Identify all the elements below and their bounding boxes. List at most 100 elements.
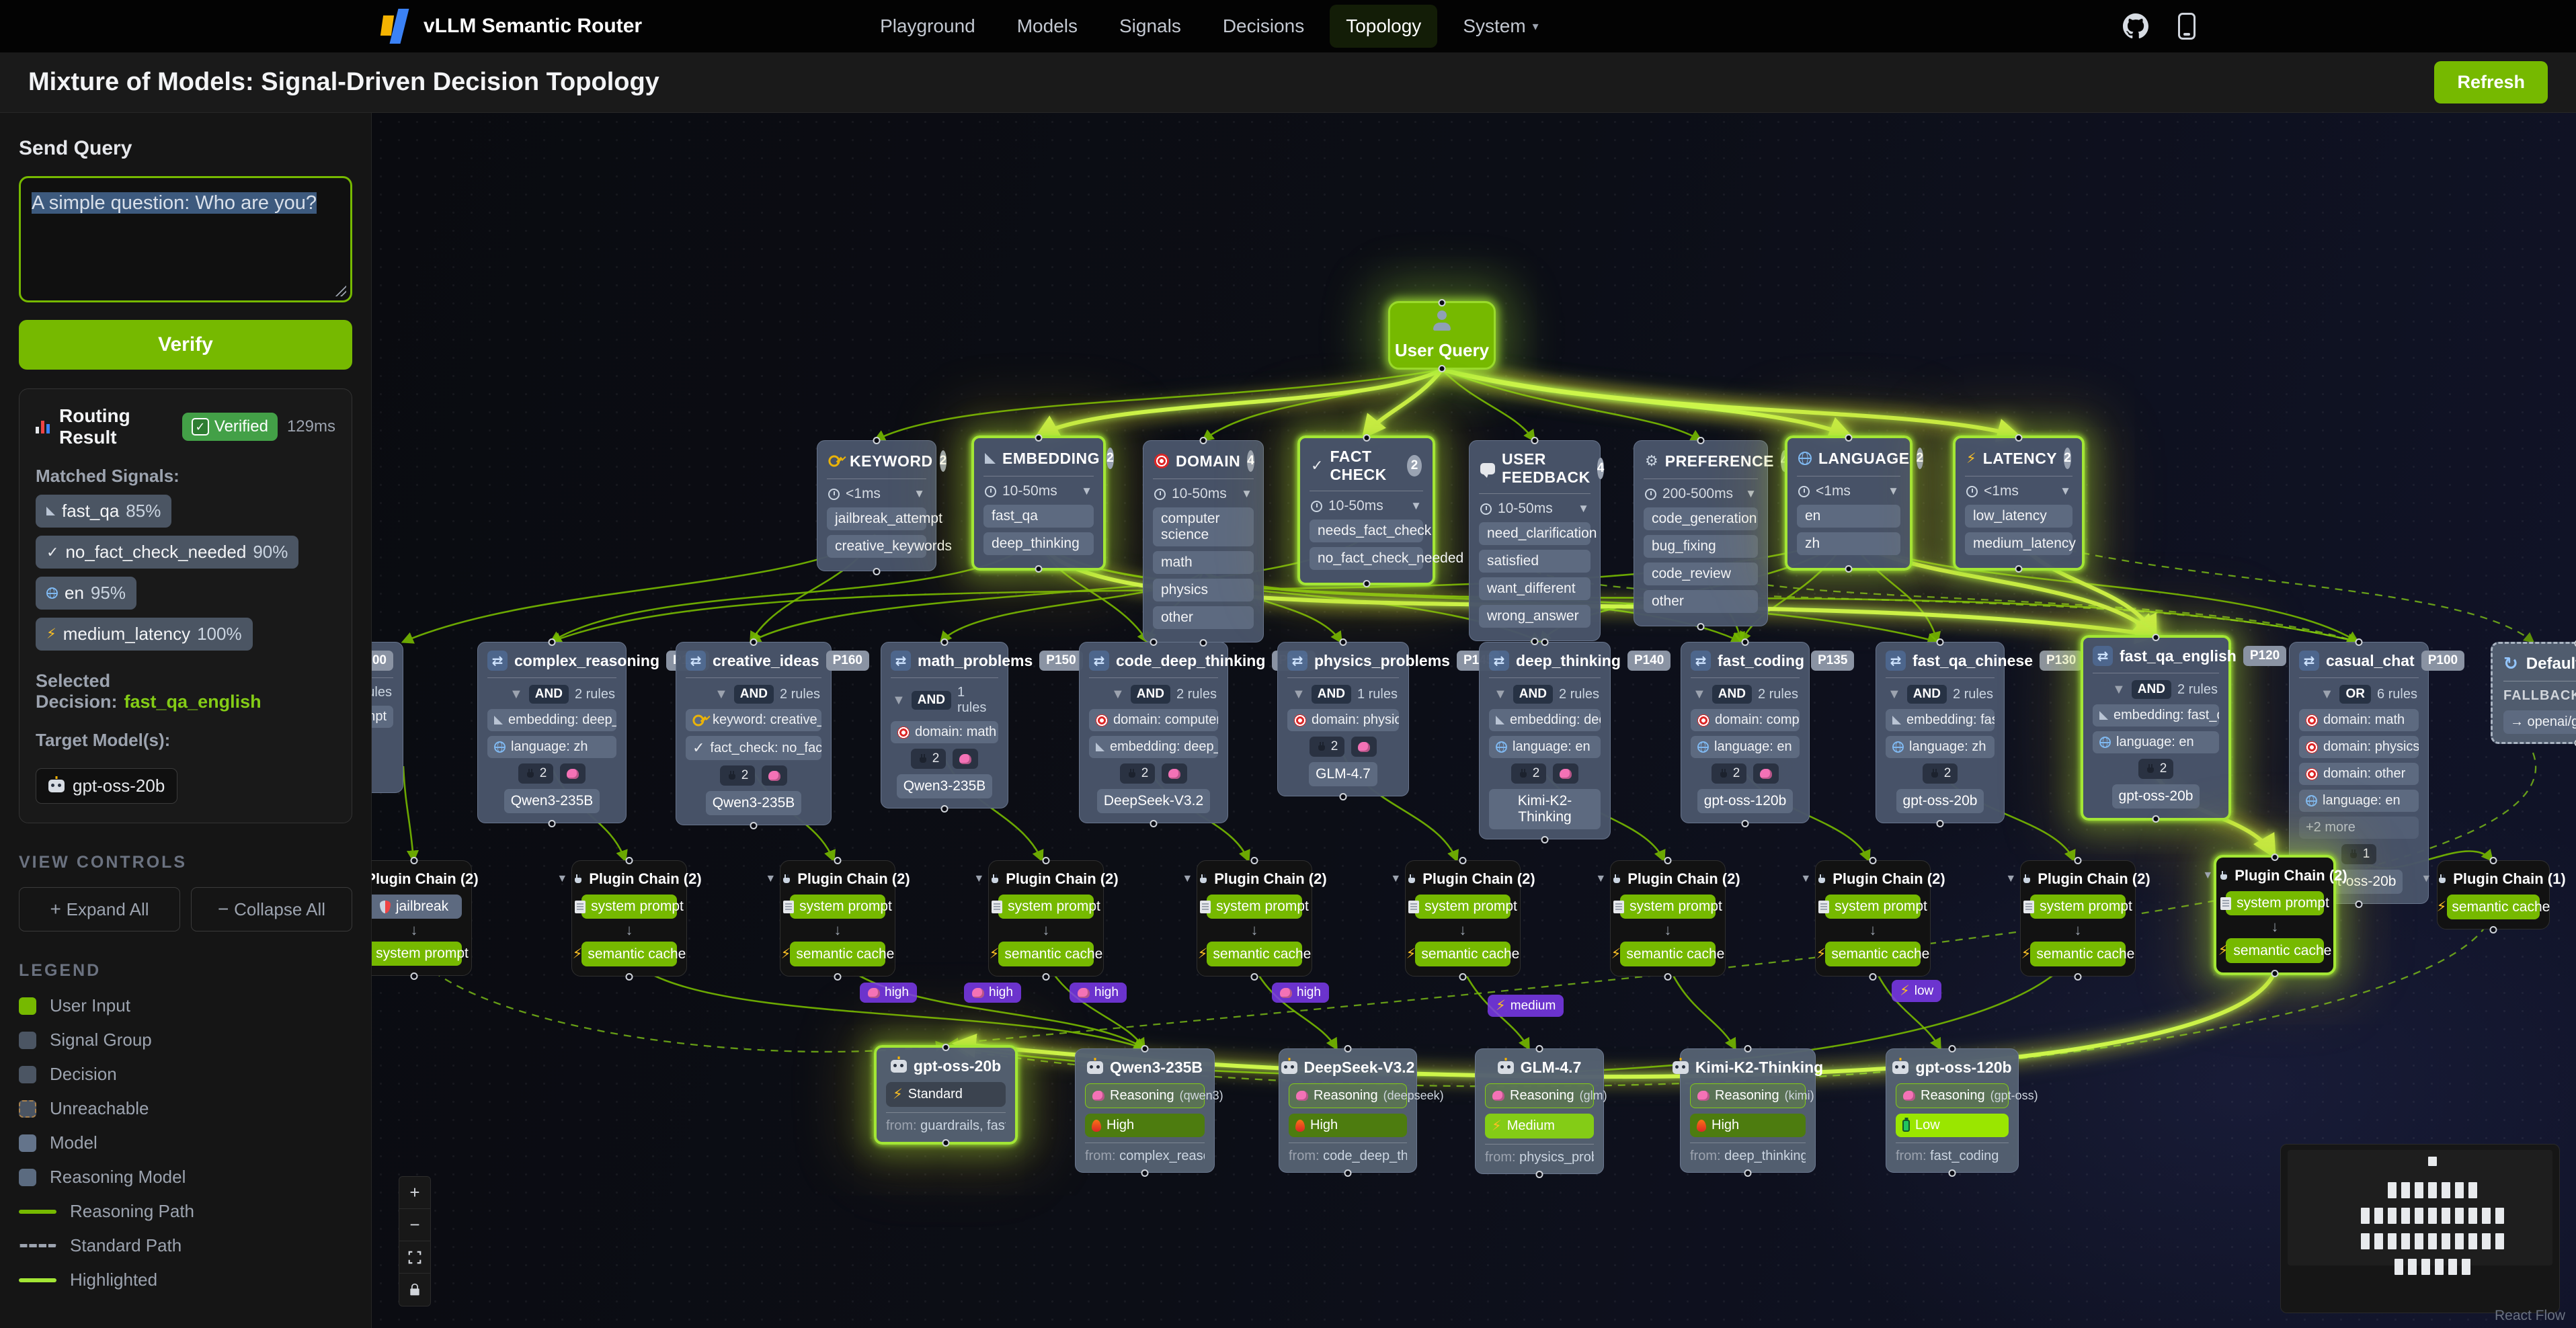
collapse-caret-icon[interactable]: ▼	[1494, 687, 1507, 702]
plugin-chain-1[interactable]: Plugin Chain (2)jailbreak↓system prompt	[372, 860, 472, 976]
graph-canvas[interactable]: + − React Flow User QueryKEYWORD2<1ms▼ja…	[372, 113, 2576, 1328]
handle-top[interactable]	[1869, 857, 1877, 864]
handle-bottom[interactable]	[1742, 820, 1749, 827]
signal-group-preference[interactable]: ⚙PREFERENCE4200-500ms▼code_generationbug…	[1634, 440, 1768, 626]
handle-top[interactable]	[1744, 1045, 1752, 1052]
decision-fast_qa_english[interactable]: ⇄fast_qa_englishP120▼AND2 rulesembedding…	[2081, 635, 2231, 821]
handle-top[interactable]	[1459, 857, 1467, 864]
model-Qwen3-235B[interactable]: Qwen3-235BReasoning(qwen3)Highfrom: comp…	[1075, 1048, 1215, 1173]
handle-top[interactable]	[1363, 434, 1370, 442]
decision-physics_problems[interactable]: ⇄physics_problemsP145▼AND1 rulesdomain: …	[1277, 642, 1409, 796]
signal-group-user_feedback[interactable]: USER FEEDBACK410-50ms▼need_clarification…	[1469, 440, 1601, 641]
model-GLM-4.7[interactable]: GLM-4.7Reasoning(glm)⚡Mediumfrom: physic…	[1475, 1048, 1604, 1174]
handle-top[interactable]	[1541, 638, 1549, 646]
handle-top[interactable]	[1344, 1045, 1352, 1052]
collapse-caret-icon[interactable]: ▼	[914, 487, 925, 501]
handle-top[interactable]	[1439, 299, 1446, 306]
handle-top[interactable]	[1697, 437, 1705, 444]
nav-item-decisions[interactable]: Decisions	[1207, 5, 1320, 48]
handle-top[interactable]	[549, 638, 556, 646]
collapse-caret-icon[interactable]: ▼	[1390, 873, 1401, 885]
signal-group-embedding[interactable]: EMBEDDING210-50ms▼fast_qadeep_thinking	[971, 435, 1106, 571]
handle-top[interactable]	[1141, 1045, 1149, 1052]
handle-bottom[interactable]	[1150, 820, 1158, 827]
collapse-caret-icon[interactable]: ▼	[510, 687, 523, 702]
collapse-caret-icon[interactable]: ▼	[1182, 873, 1193, 885]
signal-group-latency[interactable]: ⚡LATENCY2<1ms▼low_latencymedium_latency	[1953, 435, 2085, 571]
nav-item-topology[interactable]: Topology	[1330, 5, 1437, 48]
collapse-caret-icon[interactable]: ▼	[1745, 487, 1757, 501]
signal-group-language[interactable]: LANGUAGE2<1ms▼enzh	[1785, 435, 1913, 571]
handle-top[interactable]	[2271, 854, 2279, 861]
fit-view-button[interactable]	[399, 1241, 430, 1274]
handle-top[interactable]	[750, 638, 758, 646]
collapse-caret-icon[interactable]: ▼	[2112, 682, 2126, 698]
model-Kimi-K2-Thinking[interactable]: Kimi-K2-ThinkingReasoning(kimi)Highfrom:…	[1680, 1048, 1816, 1173]
signal-group-keyword[interactable]: KEYWORD2<1ms▼jailbreak_attemptcreative_k…	[817, 440, 936, 571]
collapse-caret-icon[interactable]: ▼	[1888, 485, 1899, 498]
collapse-caret-icon[interactable]: ▼	[2421, 873, 2431, 885]
handle-bottom[interactable]	[2490, 926, 2497, 933]
model-gpt-oss-20b[interactable]: gpt-oss-20b⚡Standardfrom: guardrails, fa…	[874, 1045, 1018, 1145]
handle-top[interactable]	[941, 638, 949, 646]
handle-bottom[interactable]	[750, 822, 758, 829]
user-query-node[interactable]: User Query	[1388, 301, 1496, 370]
default-route-node[interactable]: ↻Default RouteFALLBACK→ openai/gpt-oss-.…	[2491, 642, 2576, 744]
handle-bottom[interactable]	[2152, 815, 2160, 823]
collapse-caret-icon[interactable]: ▼	[715, 687, 728, 702]
model-gpt-oss-120b[interactable]: gpt-oss-120bReasoning(gpt-oss)Lowfrom: f…	[1886, 1048, 2019, 1173]
handle-top[interactable]	[1150, 638, 1158, 646]
handle-top[interactable]	[626, 857, 633, 864]
expand-all-button[interactable]: + Expand All	[19, 887, 180, 931]
minimap[interactable]	[2280, 1144, 2560, 1313]
handle-bottom[interactable]	[1664, 973, 1672, 981]
handle-bottom[interactable]	[1531, 638, 1539, 645]
signal-group-domain[interactable]: DOMAIN410-50ms▼computer sciencemathphysi…	[1143, 440, 1264, 642]
resize-grip-icon[interactable]	[334, 284, 346, 296]
handle-bottom[interactable]	[1937, 820, 1944, 827]
handle-bottom[interactable]	[1344, 1169, 1352, 1177]
collapse-caret-icon[interactable]: ▼	[1693, 687, 1706, 702]
handle-bottom[interactable]	[942, 1139, 950, 1147]
collapse-caret-icon[interactable]: ▼	[1111, 687, 1125, 702]
handle-top[interactable]	[1536, 1045, 1543, 1052]
handle-bottom[interactable]	[2271, 970, 2279, 977]
plugin-chain-11[interactable]: ▼Plugin Chain (1)⚡semantic cache	[2437, 860, 2550, 929]
collapse-caret-icon[interactable]: ▼	[2321, 687, 2334, 702]
decision-clipped[interactable]: P2001 rulesmpt	[372, 642, 403, 793]
handle-bottom[interactable]	[1141, 1169, 1149, 1177]
handle-top[interactable]	[1937, 638, 1944, 646]
handle-bottom[interactable]	[1949, 1169, 1956, 1177]
plugin-chain-7[interactable]: ▼Plugin Chain (2)system prompt↓⚡semantic…	[1610, 860, 1726, 977]
handle-bottom[interactable]	[1340, 793, 1347, 800]
handle-bottom[interactable]	[1541, 836, 1549, 843]
handle-top[interactable]	[873, 437, 881, 444]
handle-top[interactable]	[1531, 437, 1539, 444]
plugin-chain-6[interactable]: ▼Plugin Chain (2)system prompt↓⚡semantic…	[1405, 860, 1521, 977]
decision-math_problems[interactable]: ⇄math_problemsP150▼AND1 rulesdomain: mat…	[881, 642, 1008, 808]
handle-bottom[interactable]	[1439, 365, 1446, 372]
collapse-caret-icon[interactable]: ▼	[1292, 687, 1305, 702]
collapse-caret-icon[interactable]: ▼	[2060, 485, 2071, 498]
handle-top[interactable]	[1035, 434, 1043, 442]
nav-item-system[interactable]: System▾	[1447, 5, 1554, 48]
github-icon[interactable]	[2123, 13, 2148, 39]
handle-bottom[interactable]	[1536, 1171, 1543, 1178]
collapse-caret-icon[interactable]: ▼	[892, 693, 905, 708]
collapse-caret-icon[interactable]: ▼	[1081, 485, 1092, 498]
decision-code_deep_thinking[interactable]: ⇄code_deep_thinkingP145▼AND2 rulesdomain…	[1079, 642, 1228, 823]
handle-top[interactable]	[1664, 857, 1672, 864]
model-DeepSeek-V3.2[interactable]: DeepSeek-V3.2Reasoning(deepseek)Highfrom…	[1279, 1048, 1417, 1173]
handle-bottom[interactable]	[1251, 973, 1258, 981]
handle-bottom[interactable]	[411, 972, 418, 980]
plugin-chain-9[interactable]: ▼Plugin Chain (2)system prompt↓⚡semantic…	[2020, 860, 2136, 977]
zoom-in-button[interactable]: +	[399, 1177, 430, 1209]
handle-top[interactable]	[1845, 434, 1853, 442]
handle-bottom[interactable]	[873, 568, 881, 575]
handle-top[interactable]	[1340, 638, 1347, 646]
nav-item-models[interactable]: Models	[1001, 5, 1094, 48]
query-input[interactable]: A simple question: Who are you?	[19, 176, 352, 302]
decision-fast_coding[interactable]: ⇄fast_codingP135▼AND2 rulesdomain: compu…	[1681, 642, 1810, 823]
handle-bottom[interactable]	[2075, 973, 2082, 981]
plugin-chain-8[interactable]: ▼Plugin Chain (2)system prompt↓⚡semantic…	[1815, 860, 1931, 977]
